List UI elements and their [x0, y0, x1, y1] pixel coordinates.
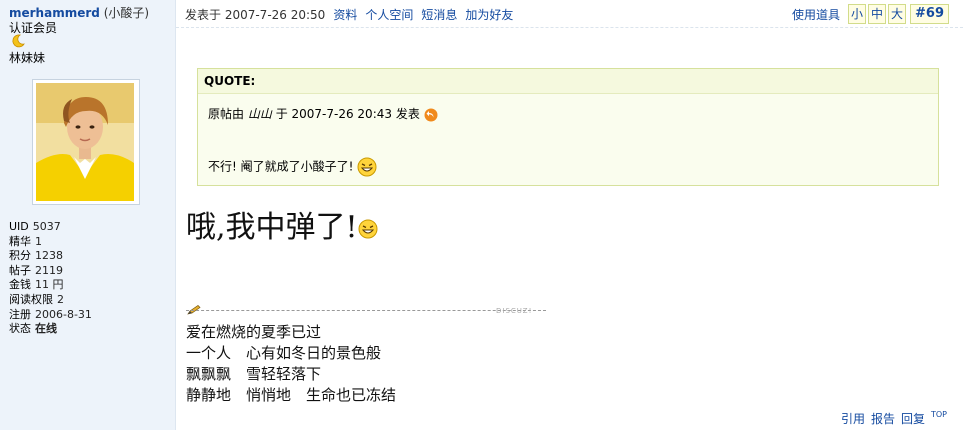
post-message: 哦,我中弹了! — [186, 202, 378, 246]
add-friend-link[interactable]: 加为好友 — [465, 8, 513, 22]
quote-title: QUOTE: — [198, 69, 938, 94]
signature-line: 一个人 心有如冬日的景色般 — [186, 344, 382, 362]
user-sidebar: merhammerd (小酸子) 认证会员 林妹妹 UID 5037 精华 1 … — [0, 0, 176, 430]
report-link[interactable]: 报告 — [871, 412, 895, 426]
post-tools: 使用道具 小 中 大 #69 — [792, 4, 949, 24]
quote-link[interactable]: 引用 — [841, 412, 865, 426]
stat-row: 阅读权限 2 — [9, 292, 64, 306]
post-date: 发表于 2007-7-26 20:50 — [185, 8, 326, 22]
stat-row: 状态 在线 — [9, 322, 57, 336]
moon-icon — [12, 34, 25, 48]
font-small-button[interactable]: 小 — [848, 4, 867, 24]
laughing-smiley-icon — [357, 157, 377, 177]
online-status: 在线 — [35, 322, 57, 336]
quote-text: 不行! 阉了就成了小酸子了! — [208, 159, 354, 174]
post-actions: 引用 报告 回复 TOP — [835, 410, 947, 427]
stat-row: 积分 1238 — [9, 249, 63, 263]
stat-row: 金钱 11 円 — [9, 278, 64, 292]
pm-link[interactable]: 短消息 — [421, 8, 457, 22]
quote-text-line: 不行! 阉了就成了小酸子了! — [208, 157, 377, 177]
reply-link[interactable]: 回复 — [901, 412, 925, 426]
stat-row: UID 5037 — [9, 220, 61, 233]
space-link[interactable]: 个人空间 — [365, 8, 413, 22]
header-divider — [176, 27, 963, 28]
post-number[interactable]: #69 — [910, 4, 949, 24]
profile-link[interactable]: 资料 — [333, 8, 357, 22]
signature-line: 飘飘飘 雪轻轻落下 — [186, 365, 322, 383]
quote-author: 山山 — [247, 107, 272, 121]
user-stats: UID 5037 精华 1 积分 1238 帖子 2119 金钱 11 円 阅读权限 2 注… — [9, 220, 92, 337]
goto-post-icon[interactable] — [424, 108, 438, 122]
quote-source: 原帖由 山山 于 2007-7-26 20:43 发表 — [208, 105, 438, 122]
signature-divider — [186, 310, 546, 311]
stat-row: 精华 1 — [9, 234, 42, 248]
user-nickname: (小酸子) — [103, 6, 150, 20]
quote-box: QUOTE: 原帖由 山山 于 2007-7-26 20:43 发表 不行! 阉… — [197, 68, 939, 186]
avatar — [32, 79, 140, 205]
post-info: 发表于 2007-7-26 20:50 资料 个人空间 短消息 加为好友 — [185, 6, 513, 23]
stat-row: 注册 2006-8-31 — [9, 307, 92, 321]
discuz-watermark: DISCUZ! — [496, 307, 533, 315]
username-link[interactable]: merhammerd — [9, 6, 100, 20]
use-tools-link[interactable]: 使用道具 — [792, 6, 840, 23]
font-medium-button[interactable]: 中 — [868, 4, 887, 24]
laughing-smiley-icon — [358, 219, 378, 239]
signature: 爱在燃烧的夏季已过 一个人 心有如冬日的景色般 飘飘飘 雪轻轻落下 静静地 悄悄… — [186, 322, 396, 406]
user-rank: 林妹妹 — [9, 51, 46, 65]
font-large-button[interactable]: 大 — [888, 4, 907, 24]
signature-line: 静静地 悄悄地 生命也已冻结 — [186, 386, 397, 404]
signature-line: 爱在燃烧的夏季已过 — [186, 323, 322, 341]
back-to-top-link[interactable]: TOP — [931, 410, 947, 419]
stat-row: 帖子 2119 — [9, 263, 63, 277]
